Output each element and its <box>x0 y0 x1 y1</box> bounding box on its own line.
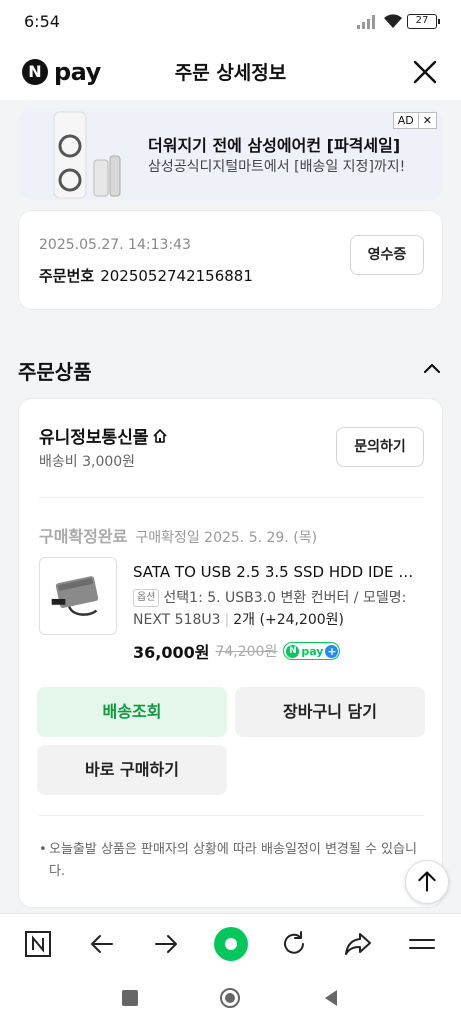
product-card: 유니정보통신몰 배송비 3,000원 문의하기 구매확정완료 구매확정일 202… <box>18 398 443 908</box>
share-icon[interactable] <box>342 928 374 960</box>
ad-label: AD <box>397 114 414 127</box>
npay-plus-badge: N pay + <box>283 642 341 660</box>
separator: | <box>224 612 230 628</box>
close-icon[interactable] <box>411 58 439 86</box>
refresh-icon[interactable] <box>278 928 310 960</box>
original-price: 74,200원 <box>215 644 278 660</box>
signal-icon <box>357 15 375 29</box>
back-triangle-icon[interactable] <box>320 987 342 1009</box>
confirm-date: 구매확정일 2025. 5. 29. (목) <box>135 530 318 546</box>
price-row: 36,000원 74,200원 N pay + <box>133 639 341 663</box>
section-title: 주문상품 <box>18 360 92 384</box>
air-conditioner-image <box>53 111 121 199</box>
product-quantity: 2개 (+24,200원) <box>233 612 345 628</box>
shipping-fee: 배송비 3,000원 <box>39 454 136 470</box>
ad-badge[interactable]: AD ✕ <box>392 112 437 129</box>
product-name[interactable]: SATA TO USB 2.5 3.5 SSD HDD IDE 하드 외장 케이… <box>133 561 423 582</box>
menu-icon[interactable] <box>406 928 438 960</box>
inquiry-button[interactable]: 문의하기 <box>336 427 424 467</box>
app-header: N pay 주문 상세정보 <box>0 44 461 100</box>
green-dot-icon[interactable] <box>212 925 250 963</box>
content-scroll[interactable]: AD ✕ 더워지기 전에 삼성에어컨 [파격세일] 삼성공식디지털마트에서 [배… <box>0 100 461 913</box>
seller-label: 유니정보통신몰 <box>39 428 149 448</box>
product-price: 36,000원 <box>133 643 210 662</box>
forward-arrow-icon[interactable] <box>150 928 182 960</box>
order-number-label: 주문번호 <box>39 267 95 285</box>
order-number-value: 2025052742156881 <box>100 267 253 285</box>
browser-toolbar <box>0 913 461 973</box>
product-option: 옵션 선택1: 5. USB3.0 변환 컨버터 / 모델명: NEXT 518U… <box>133 587 423 631</box>
seller-name[interactable]: 유니정보통신몰 <box>39 423 168 448</box>
divider <box>39 815 424 816</box>
plus-icon: + <box>325 644 339 658</box>
battery-icon: 27 <box>407 14 440 29</box>
receipt-button[interactable]: 영수증 <box>350 235 424 275</box>
back-arrow-icon[interactable] <box>86 928 118 960</box>
order-info-card: 2025.05.27. 14:13:43 주문번호 202505274215688… <box>18 210 443 310</box>
track-shipping-button[interactable]: 배송조회 <box>37 687 227 737</box>
chevron-up-icon[interactable] <box>421 358 443 380</box>
option-tag: 옵션 <box>133 589 160 607</box>
scroll-to-top-icon[interactable] <box>405 860 449 904</box>
ad-banner[interactable]: AD ✕ 더워지기 전에 삼성에어컨 [파격세일] 삼성공식디지털마트에서 [배… <box>18 108 443 200</box>
ad-close-icon[interactable]: ✕ <box>417 113 436 128</box>
order-datetime: 2025.05.27. 14:13:43 <box>39 237 191 253</box>
home-button-icon[interactable] <box>219 987 241 1009</box>
status-bar: 6:54 27 <box>0 0 461 44</box>
wifi-icon <box>384 14 402 28</box>
naver-home-icon[interactable] <box>22 928 54 960</box>
shipping-notice: 오늘출발 상품은 판매자의 상황에 따라 배송일정이 변경될 수 있습니다. <box>39 839 429 883</box>
home-icon <box>153 428 168 443</box>
add-to-cart-button[interactable]: 장바구니 담기 <box>235 687 425 737</box>
npay-n-icon: N <box>286 644 300 658</box>
npay-text: pay <box>301 644 324 658</box>
buy-again-button[interactable]: 바로 구매하기 <box>37 745 227 795</box>
purchase-status: 구매확정완료 <box>39 527 128 546</box>
page-title: 주문 상세정보 <box>174 62 287 84</box>
order-number: 주문번호 2025052742156881 <box>39 265 253 286</box>
divider <box>39 497 424 498</box>
status-time: 6:54 <box>24 12 60 31</box>
system-nav-bar <box>0 973 461 1024</box>
ad-subtitle: 삼성공식디지털마트에서 [배송일 지정]까지! <box>148 159 406 175</box>
confirm-row: 구매확정완료 구매확정일 2025. 5. 29. (목) <box>39 523 317 547</box>
product-image[interactable] <box>39 557 117 635</box>
ad-title: 더워지기 전에 삼성에어컨 [파격세일] <box>148 136 401 155</box>
recent-apps-icon[interactable] <box>119 987 141 1009</box>
